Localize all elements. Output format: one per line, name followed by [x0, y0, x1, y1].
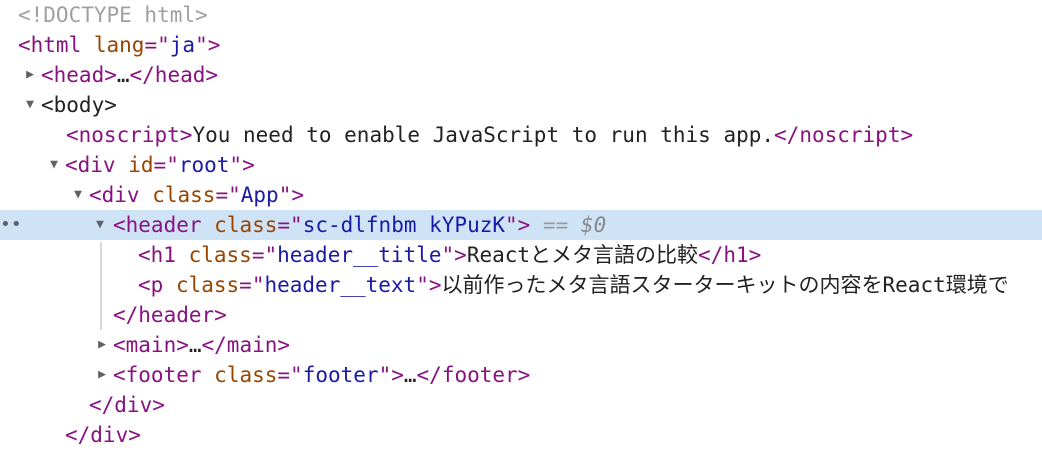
tree-row-header-selected[interactable]: •• ▼ <header class="sc-dlfnbm kYPuzK"> =… — [0, 210, 1042, 240]
html-open-tag: <html lang="ja"> — [18, 33, 221, 57]
div-root-close-tag: </div> — [65, 423, 141, 447]
head-collapsed-node: <head>…</head> — [41, 63, 219, 87]
tree-row-div-root-close[interactable]: </div> — [0, 420, 1042, 450]
main-collapsed-node: <main>…</main> — [113, 333, 291, 357]
collapse-triangle-icon[interactable]: ▼ — [22, 90, 38, 120]
footer-collapsed-node: <footer class="footer">…</footer> — [113, 363, 531, 387]
tree-row-h1[interactable]: <h1 class="header__title">Reactとメタ言語の比較<… — [0, 240, 1042, 270]
header-close-tag: </header> — [113, 303, 227, 327]
tree-row-body[interactable]: ▼ <body> — [0, 90, 1042, 120]
tree-row-html[interactable]: <html lang="ja"> — [0, 30, 1042, 60]
noscript-node: <noscript>You need to enable JavaScript … — [66, 123, 914, 147]
h1-node: <h1 class="header__title">Reactとメタ言語の比較<… — [138, 243, 762, 267]
p-node: <p class="header__text">以前作ったメタ言語スターターキッ… — [138, 273, 1009, 297]
doctype-text: <!DOCTYPE html> — [18, 3, 208, 27]
collapse-triangle-icon[interactable]: ▼ — [70, 180, 86, 210]
tree-row-head[interactable]: ▶ <head>…</head> — [0, 60, 1042, 90]
selected-equals-marker: == — [542, 213, 569, 237]
tree-row-p[interactable]: <p class="header__text">以前作ったメタ言語スターターキッ… — [0, 270, 1042, 300]
tree-row-footer[interactable]: ▶ <footer class="footer">…</footer> — [0, 360, 1042, 390]
row-actions-dots-icon[interactable]: •• — [0, 210, 22, 240]
tree-row-main[interactable]: ▶ <main>…</main> — [0, 330, 1042, 360]
expand-triangle-icon[interactable]: ▶ — [94, 360, 110, 390]
header-open-tag: <header class="sc-dlfnbm kYPuzK"> == $0 — [113, 213, 607, 237]
tree-row-div-root[interactable]: ▼ <div id="root"> — [0, 150, 1042, 180]
tree-row-header-close[interactable]: </header> — [0, 300, 1042, 330]
div-app-close-tag: </div> — [89, 393, 165, 417]
div-app-open-tag: <div class="App"> — [89, 183, 305, 207]
tree-row-div-app[interactable]: ▼ <div class="App"> — [0, 180, 1042, 210]
body-open-tag: <body> — [41, 93, 117, 117]
expand-triangle-icon[interactable]: ▶ — [22, 60, 38, 90]
dom-tree-panel: <!DOCTYPE html> <html lang="ja"> ▶ <head… — [0, 0, 1042, 454]
expand-triangle-icon[interactable]: ▶ — [94, 330, 110, 360]
tree-row-noscript[interactable]: <noscript>You need to enable JavaScript … — [0, 120, 1042, 150]
tree-row-div-app-close[interactable]: </div> — [0, 390, 1042, 420]
tree-row-doctype[interactable]: <!DOCTYPE html> — [0, 0, 1042, 30]
collapse-triangle-icon[interactable]: ▼ — [46, 150, 62, 180]
console-ref-marker: $0 — [580, 213, 607, 237]
div-root-open-tag: <div id="root"> — [65, 153, 255, 177]
collapse-triangle-icon[interactable]: ▼ — [92, 210, 108, 240]
